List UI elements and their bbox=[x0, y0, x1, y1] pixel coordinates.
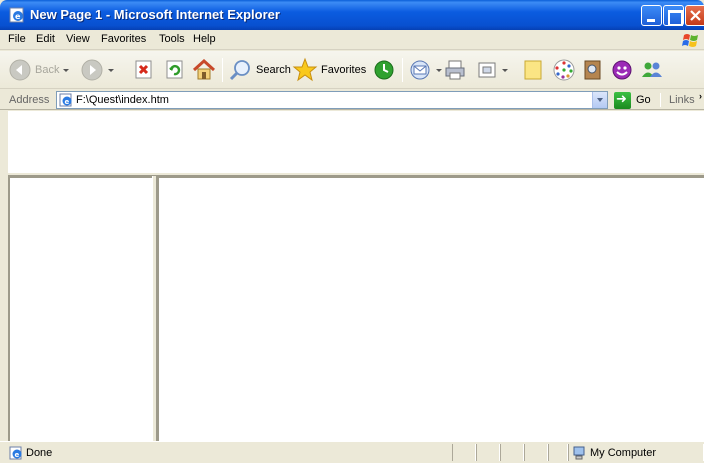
maximize-button[interactable] bbox=[663, 5, 684, 26]
smiley-icon bbox=[612, 60, 632, 80]
search-icon bbox=[229, 60, 250, 81]
contacts-icon bbox=[642, 62, 662, 77]
messenger-button[interactable] bbox=[552, 55, 576, 85]
edit-page-icon bbox=[478, 62, 496, 78]
menu-favorites[interactable]: Favorites bbox=[101, 33, 146, 45]
links-button[interactable]: Links bbox=[669, 94, 695, 106]
standard-toolbar: Back Search Favorites bbox=[0, 51, 704, 89]
home-icon bbox=[192, 59, 216, 80]
note-icon bbox=[524, 60, 542, 80]
research-button[interactable] bbox=[582, 55, 604, 85]
printer-icon bbox=[445, 60, 465, 80]
search-button[interactable]: Search bbox=[229, 55, 291, 85]
status-text: Done bbox=[26, 447, 53, 459]
stop-icon bbox=[135, 60, 152, 79]
ie-page-icon: e bbox=[9, 446, 22, 460]
mail-button[interactable] bbox=[408, 55, 442, 85]
main-frame[interactable] bbox=[157, 176, 704, 441]
stop-button[interactable] bbox=[133, 55, 155, 85]
status-panel bbox=[500, 444, 524, 461]
status-panel bbox=[524, 444, 548, 461]
address-input[interactable]: e F:\Quest\index.htm bbox=[56, 91, 608, 109]
zone-label: My Computer bbox=[590, 447, 657, 459]
favorites-button[interactable]: Favorites bbox=[292, 55, 366, 85]
menu-help[interactable]: Help bbox=[193, 33, 216, 45]
mail-icon bbox=[410, 60, 430, 80]
edit-button[interactable] bbox=[476, 55, 508, 85]
top-frame[interactable] bbox=[8, 111, 704, 172]
close-button[interactable] bbox=[685, 5, 704, 26]
go-label: Go bbox=[636, 94, 651, 106]
svg-text:e: e bbox=[15, 451, 20, 459]
home-button[interactable] bbox=[192, 55, 216, 85]
menu-bar: File Edit View Favorites Tools Help bbox=[0, 30, 704, 50]
window-title: New Page 1 - Microsoft Internet Explorer bbox=[30, 7, 280, 22]
favorites-label: Favorites bbox=[321, 64, 367, 76]
address-separator bbox=[660, 93, 661, 107]
close-icon bbox=[690, 10, 701, 21]
smiley-button[interactable] bbox=[610, 55, 634, 85]
address-dropdown-button[interactable] bbox=[592, 92, 607, 108]
mail-dropdown-icon[interactable] bbox=[436, 68, 442, 72]
content-area bbox=[0, 111, 704, 441]
menu-file[interactable]: File bbox=[8, 33, 26, 45]
left-frame[interactable] bbox=[8, 176, 152, 441]
ie-page-icon: e bbox=[59, 93, 72, 107]
discuss-button[interactable] bbox=[522, 55, 544, 85]
forward-button[interactable] bbox=[80, 55, 114, 85]
forward-arrow-icon bbox=[81, 59, 103, 81]
back-dropdown-icon[interactable] bbox=[63, 68, 70, 72]
security-zone: My Computer bbox=[572, 446, 656, 460]
menu-tools[interactable]: Tools bbox=[159, 33, 185, 45]
address-value: F:\Quest\index.htm bbox=[76, 94, 169, 106]
status-text-area: e Done bbox=[9, 446, 52, 460]
go-button[interactable]: Go bbox=[614, 91, 651, 109]
toolbar-separator bbox=[402, 58, 403, 82]
svg-text:e: e bbox=[65, 98, 70, 106]
svg-text:e: e bbox=[15, 12, 21, 21]
menu-view[interactable]: View bbox=[66, 33, 90, 45]
menu-edit[interactable]: Edit bbox=[36, 33, 55, 45]
contacts-button[interactable] bbox=[640, 55, 664, 85]
toolbar-separator bbox=[222, 58, 223, 82]
print-button[interactable] bbox=[443, 55, 467, 85]
address-bar: Address e F:\Quest\index.htm Go Links › bbox=[0, 90, 704, 110]
status-bar: e Done My Computer bbox=[0, 441, 704, 463]
status-panel bbox=[548, 444, 568, 461]
address-label: Address bbox=[9, 94, 50, 106]
windows-logo-icon bbox=[682, 34, 698, 47]
minimize-button[interactable] bbox=[641, 5, 662, 26]
edit-dropdown-icon[interactable] bbox=[502, 68, 508, 72]
go-arrow-icon bbox=[614, 91, 631, 109]
favorites-star-icon bbox=[292, 57, 318, 82]
refresh-icon bbox=[166, 60, 183, 79]
back-button[interactable]: Back bbox=[8, 55, 70, 85]
links-chevron-icon[interactable]: › bbox=[699, 91, 702, 101]
forward-dropdown-icon[interactable] bbox=[108, 68, 114, 72]
title-bar[interactable]: e New Page 1 - Microsoft Internet Explor… bbox=[0, 0, 704, 30]
back-arrow-icon bbox=[9, 59, 31, 81]
history-icon bbox=[374, 60, 394, 80]
search-label: Search bbox=[256, 64, 291, 76]
dotted-circle-icon bbox=[553, 59, 575, 81]
research-book-icon bbox=[584, 60, 601, 80]
status-panel bbox=[476, 444, 500, 461]
back-label: Back bbox=[35, 64, 60, 76]
status-panel bbox=[452, 444, 476, 461]
ie-page-icon: e bbox=[9, 7, 24, 23]
computer-icon bbox=[573, 446, 585, 460]
history-button[interactable] bbox=[372, 55, 396, 85]
refresh-button[interactable] bbox=[164, 55, 186, 85]
